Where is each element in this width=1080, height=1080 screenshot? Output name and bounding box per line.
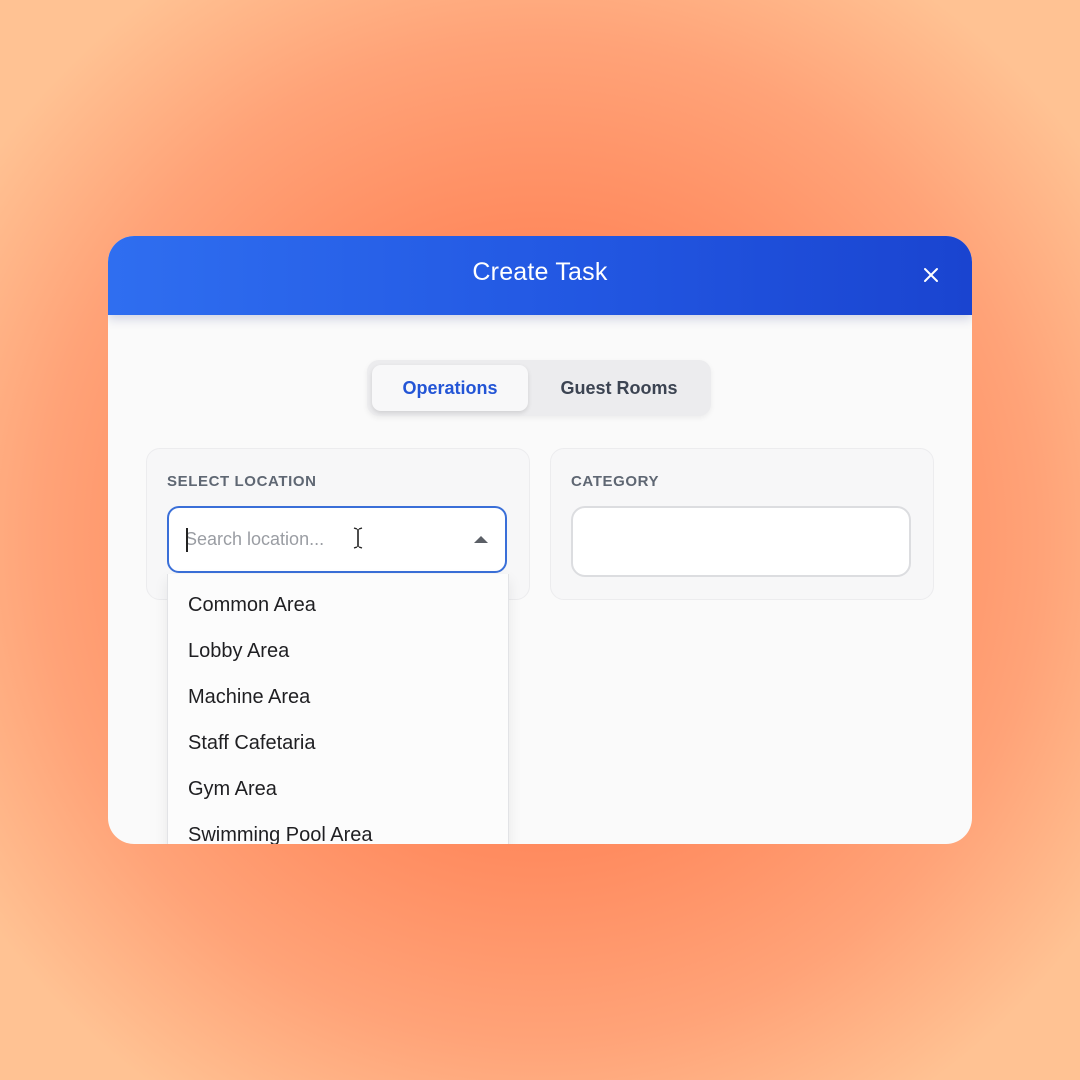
- category-card: CATEGORY: [550, 448, 934, 600]
- category-label: CATEGORY: [571, 473, 660, 490]
- tab-guest-rooms[interactable]: Guest Rooms: [534, 365, 704, 411]
- location-option-common-area[interactable]: Common Area: [188, 594, 316, 617]
- location-dropdown-list: Common Area Lobby Area Machine Area Staf…: [167, 574, 509, 844]
- modal-title: Create Task: [472, 258, 608, 286]
- location-option-lobby-area[interactable]: Lobby Area: [188, 640, 289, 663]
- location-label: SELECT LOCATION: [167, 473, 317, 490]
- create-task-modal: Create Task Operations Guest Rooms SELEC…: [108, 236, 972, 844]
- close-icon: [924, 268, 938, 282]
- chevron-up-icon[interactable]: [474, 536, 488, 543]
- location-option-gym-area[interactable]: Gym Area: [188, 778, 277, 801]
- location-option-staff-cafetaria[interactable]: Staff Cafetaria: [188, 732, 315, 755]
- tab-operations[interactable]: Operations: [372, 365, 528, 411]
- location-search-box[interactable]: [167, 506, 507, 573]
- location-option-machine-area[interactable]: Machine Area: [188, 686, 310, 709]
- text-caret: [186, 528, 188, 552]
- location-search-input[interactable]: [185, 524, 455, 554]
- location-option-swimming-pool-area[interactable]: Swimming Pool Area: [188, 824, 373, 844]
- ibeam-cursor-icon: [353, 527, 363, 549]
- modal-header: Create Task: [108, 236, 972, 315]
- category-select[interactable]: [571, 506, 911, 577]
- task-type-tabs: Operations Guest Rooms: [367, 360, 711, 416]
- close-button[interactable]: [918, 262, 944, 288]
